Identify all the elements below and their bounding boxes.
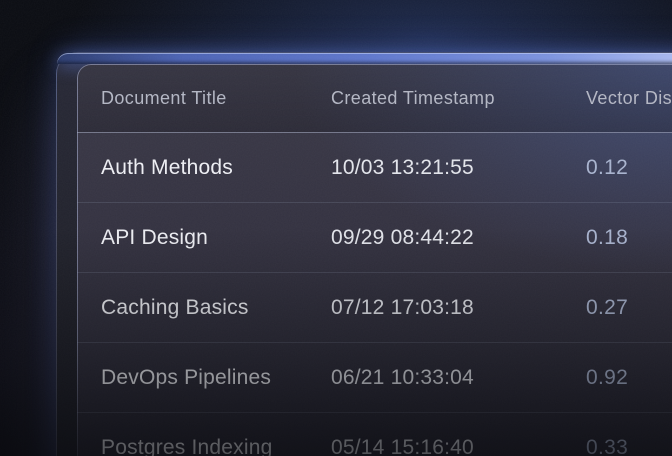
document-title-cell: Auth Methods (101, 156, 331, 180)
vector-distance-cell: 0.92 (586, 366, 672, 390)
vector-distance-cell: 0.33 (586, 436, 672, 456)
vector-distance-cell: 0.18 (586, 226, 672, 250)
table-row[interactable]: API Design 09/29 08:44:22 0.18 (77, 203, 672, 273)
column-header-created-timestamp: Created Timestamp (331, 88, 586, 109)
document-title-cell: API Design (101, 226, 331, 250)
card-top-highlight (57, 53, 672, 64)
vector-distance-cell: 0.27 (586, 296, 672, 320)
created-timestamp-cell: 06/21 10:33:04 (331, 366, 586, 390)
created-timestamp-cell: 10/03 13:21:55 (331, 156, 586, 180)
column-header-vector-distance: Vector Distance (586, 88, 672, 109)
table-body: Auth Methods 10/03 13:21:55 0.12 API Des… (77, 133, 672, 456)
table-row[interactable]: Postgres Indexing 05/14 15:16:40 0.33 (77, 413, 672, 456)
created-timestamp-cell: 07/12 17:03:18 (331, 296, 586, 320)
document-title-cell: DevOps Pipelines (101, 366, 331, 390)
table-row[interactable]: DevOps Pipelines 06/21 10:33:04 0.92 (77, 343, 672, 413)
results-card: Document Title Created Timestamp Vector … (56, 52, 672, 456)
table-header-row: Document Title Created Timestamp Vector … (77, 64, 672, 133)
created-timestamp-cell: 09/29 08:44:22 (331, 226, 586, 250)
column-header-document-title: Document Title (101, 88, 331, 109)
documents-table: Document Title Created Timestamp Vector … (77, 64, 672, 456)
background: Document Title Created Timestamp Vector … (0, 0, 672, 456)
table-row[interactable]: Caching Basics 07/12 17:03:18 0.27 (77, 273, 672, 343)
document-title-cell: Caching Basics (101, 296, 331, 320)
document-title-cell: Postgres Indexing (101, 436, 331, 456)
created-timestamp-cell: 05/14 15:16:40 (331, 436, 586, 456)
vector-distance-cell: 0.12 (586, 156, 672, 180)
table-row[interactable]: Auth Methods 10/03 13:21:55 0.12 (77, 133, 672, 203)
